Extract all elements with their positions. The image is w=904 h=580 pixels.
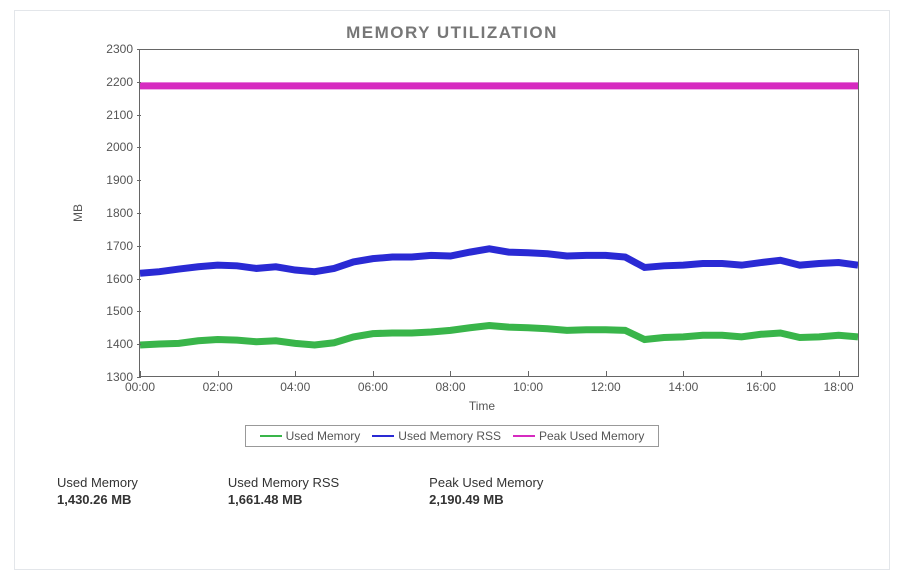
x-tick-mark <box>761 371 762 376</box>
y-tick-mark <box>137 213 141 214</box>
y-tick-mark <box>137 246 141 247</box>
legend: Used Memory Used Memory RSS Peak Used Me… <box>245 425 660 447</box>
y-tick-label: 1600 <box>93 272 133 286</box>
x-tick-mark <box>683 371 684 376</box>
stat-peak: Peak Used Memory 2,190.49 MB <box>429 475 543 507</box>
y-tick-label: 1800 <box>93 206 133 220</box>
legend-used-memory: Used Memory <box>256 429 365 443</box>
y-tick-mark <box>137 115 141 116</box>
stats-row: Used Memory 1,430.26 MB Used Memory RSS … <box>33 475 871 507</box>
x-tick-label: 12:00 <box>591 380 621 394</box>
stat-used-memory: Used Memory 1,430.26 MB <box>57 475 138 507</box>
x-tick-label: 14:00 <box>668 380 698 394</box>
y-tick-label: 1700 <box>93 239 133 253</box>
x-tick-mark <box>528 371 529 376</box>
y-tick-mark <box>137 311 141 312</box>
plot-frame: MB 00:0002:0004:0006:0008:0010:0012:0014… <box>93 49 859 377</box>
legend-label-rss: Used Memory RSS <box>398 429 501 443</box>
x-tick-mark <box>140 371 141 376</box>
y-tick-mark <box>137 180 141 181</box>
stat-rss: Used Memory RSS 1,661.48 MB <box>228 475 339 507</box>
y-axis-label: MB <box>71 204 85 222</box>
x-tick-label: 08:00 <box>435 380 465 394</box>
x-tick-mark <box>218 371 219 376</box>
chart-container: MB 00:0002:0004:0006:0008:0010:0012:0014… <box>33 49 871 447</box>
y-tick-label: 2200 <box>93 75 133 89</box>
x-axis-label: Time <box>93 399 871 413</box>
y-tick-label: 1500 <box>93 304 133 318</box>
stat-used-label: Used Memory <box>57 475 138 490</box>
legend-label-used: Used Memory <box>286 429 361 443</box>
stat-peak-label: Peak Used Memory <box>429 475 543 490</box>
stat-peak-value: 2,190.49 MB <box>429 492 543 507</box>
x-tick-mark <box>373 371 374 376</box>
legend-swatch-used <box>260 435 282 438</box>
x-tick-mark <box>450 371 451 376</box>
series-line <box>140 249 858 273</box>
y-tick-label: 2000 <box>93 140 133 154</box>
x-tick-label: 18:00 <box>824 380 854 394</box>
stat-rss-label: Used Memory RSS <box>228 475 339 490</box>
y-tick-mark <box>137 377 141 378</box>
x-tick-label: 10:00 <box>513 380 543 394</box>
y-tick-label: 2300 <box>93 42 133 56</box>
y-tick-label: 1400 <box>93 337 133 351</box>
legend-label-peak: Peak Used Memory <box>539 429 644 443</box>
legend-swatch-rss <box>372 435 394 438</box>
x-tick-label: 06:00 <box>358 380 388 394</box>
stat-rss-value: 1,661.48 MB <box>228 492 339 507</box>
y-tick-mark <box>137 49 141 50</box>
y-tick-label: 2100 <box>93 108 133 122</box>
legend-swatch-peak <box>513 435 535 438</box>
x-tick-label: 04:00 <box>280 380 310 394</box>
line-svg <box>140 50 858 376</box>
series-line <box>140 325 858 345</box>
chart-title: MEMORY UTILIZATION <box>33 23 871 43</box>
plot-area: 00:0002:0004:0006:0008:0010:0012:0014:00… <box>139 49 859 377</box>
y-tick-label: 1900 <box>93 173 133 187</box>
x-tick-mark <box>606 371 607 376</box>
x-tick-label: 16:00 <box>746 380 776 394</box>
legend-used-memory-rss: Used Memory RSS <box>368 429 505 443</box>
memory-panel: MEMORY UTILIZATION MB 00:0002:0004:0006:… <box>14 10 890 570</box>
y-tick-mark <box>137 147 141 148</box>
x-tick-mark <box>839 371 840 376</box>
x-tick-mark <box>295 371 296 376</box>
legend-peak-used-memory: Peak Used Memory <box>509 429 648 443</box>
y-tick-mark <box>137 344 141 345</box>
x-tick-label: 02:00 <box>203 380 233 394</box>
y-tick-label: 1300 <box>93 370 133 384</box>
stat-used-value: 1,430.26 MB <box>57 492 138 507</box>
y-tick-mark <box>137 279 141 280</box>
y-tick-mark <box>137 82 141 83</box>
